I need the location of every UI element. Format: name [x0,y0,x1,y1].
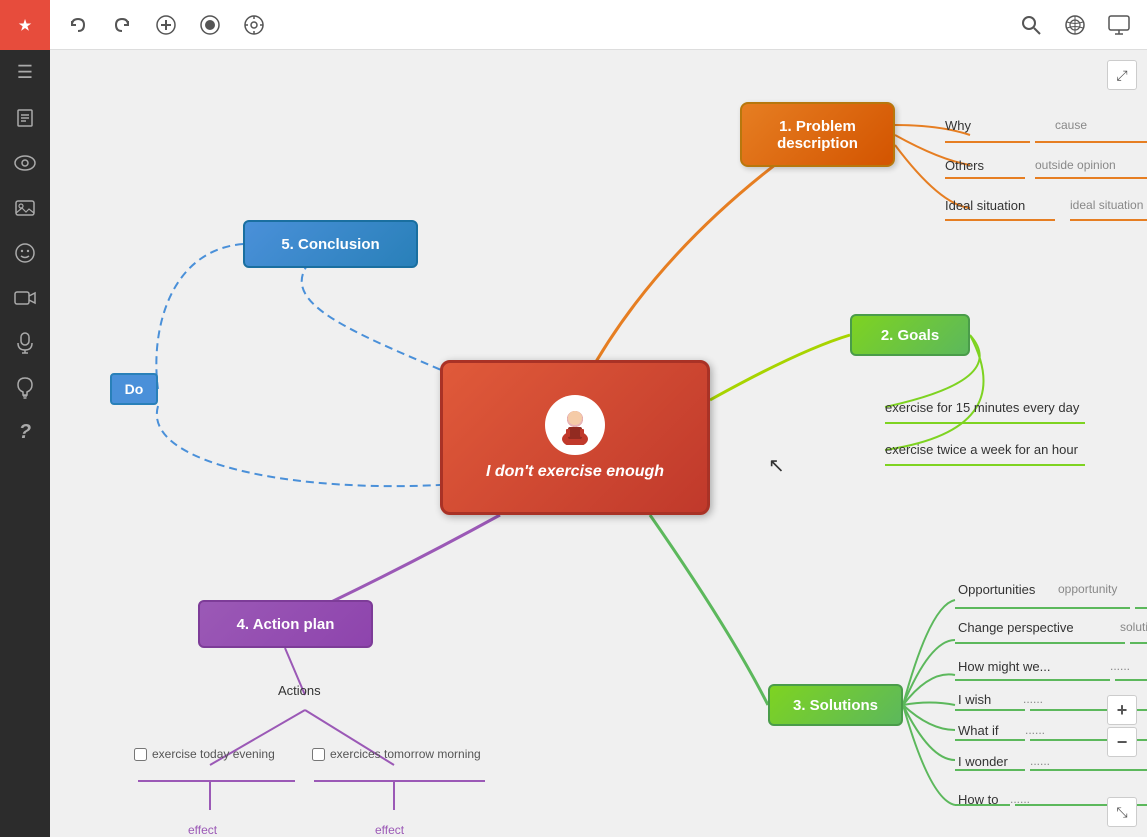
how-might-label[interactable]: How might we... [958,659,1050,674]
record-button[interactable] [192,7,228,43]
do-node-label: Do [125,381,144,397]
conclusion-node-label: 5. Conclusion [281,236,379,253]
exercise-tomorrow-checkbox[interactable] [312,748,325,761]
ideal-sub-label: ideal situation [1070,198,1143,212]
i-wish-sub-label: ...... [1023,692,1043,706]
exercise-today-text: exercise today evening [152,747,275,761]
change-label[interactable]: Change perspective [958,620,1074,635]
others-sub-label: outside opinion [1035,158,1116,172]
what-if-sub-label: ...... [1025,723,1045,737]
conclusion-node[interactable]: 5. Conclusion [243,220,418,268]
zoom-controls: + − [1107,695,1137,757]
undo-button[interactable] [60,7,96,43]
share-button[interactable] [1057,7,1093,43]
how-might-sub-label: ...... [1110,659,1130,673]
zoom-out-button[interactable]: − [1107,727,1137,757]
what-if-label[interactable]: What if [958,723,998,738]
notes-icon[interactable] [0,95,50,140]
goals-item2-label[interactable]: exercise twice a week for an hour [885,442,1078,457]
svg-text:★: ★ [19,17,32,33]
opportunities-sub-label: opportunity [1058,582,1117,596]
opportunities-label[interactable]: Opportunities [958,582,1035,597]
ideal-label[interactable]: Ideal situation [945,198,1025,213]
mic-icon[interactable] [0,320,50,365]
effect1-label: effect [188,823,217,837]
effect2-label: effect [375,823,404,837]
view-icon[interactable] [0,140,50,185]
i-wonder-sub-label: ...... [1030,754,1050,768]
exercise-tomorrow-text: exercices tomorrow morning [330,747,481,761]
exercise-today-item[interactable]: exercise today evening [134,747,275,761]
problem-node-label: 1. Problemdescription [777,118,858,152]
goals-item1-label[interactable]: exercise for 15 minutes every day [885,400,1079,415]
exercise-today-checkbox[interactable] [134,748,147,761]
do-node[interactable]: Do [110,373,158,405]
avatar-icon [545,395,605,455]
video-icon[interactable] [0,275,50,320]
action-plan-node-label: 4. Action plan [237,616,335,633]
hamburger-menu-icon[interactable]: ☰ [0,50,50,95]
collapse-button[interactable]: ⤡ [1107,797,1137,827]
mind-map-canvas: I don't exercise enough 1. Problemdescri… [50,50,1147,837]
redo-button[interactable] [104,7,140,43]
solutions-node-label: 3. Solutions [793,697,878,714]
zoom-in-button[interactable]: + [1107,695,1137,725]
help-icon[interactable]: ? [0,410,50,455]
app-logo[interactable]: ★ [0,0,50,50]
central-node[interactable]: I don't exercise enough [440,360,710,515]
actions-label[interactable]: Actions [278,683,321,698]
others-label[interactable]: Others [945,158,984,173]
bulb-icon[interactable] [0,365,50,410]
add-button[interactable] [148,7,184,43]
problem-node[interactable]: 1. Problemdescription [740,102,895,167]
how-to-label[interactable]: How to [958,792,998,807]
goals-node[interactable]: 2. Goals [850,314,970,356]
solutions-node[interactable]: 3. Solutions [768,684,903,726]
i-wonder-label[interactable]: I wonder [958,754,1008,769]
why-label[interactable]: Why [945,118,971,133]
present-button[interactable] [1101,7,1137,43]
action-plan-node[interactable]: 4. Action plan [198,600,373,648]
exercise-tomorrow-item[interactable]: exercices tomorrow morning [312,747,481,761]
settings-button[interactable] [236,7,272,43]
sidebar: ★ ☰ ? [0,0,50,837]
why-sub-label: cause [1055,118,1087,132]
emoji-icon[interactable] [0,230,50,275]
how-to-sub-label: ...... [1010,792,1030,806]
expand-button[interactable]: ⤢ [1107,60,1137,90]
i-wish-label[interactable]: I wish [958,692,991,707]
central-node-label: I don't exercise enough [486,463,664,481]
goals-node-label: 2. Goals [881,327,939,344]
toolbar [50,0,1147,50]
image-icon[interactable] [0,185,50,230]
search-button[interactable] [1013,7,1049,43]
change-sub-label: solution [1120,620,1147,634]
